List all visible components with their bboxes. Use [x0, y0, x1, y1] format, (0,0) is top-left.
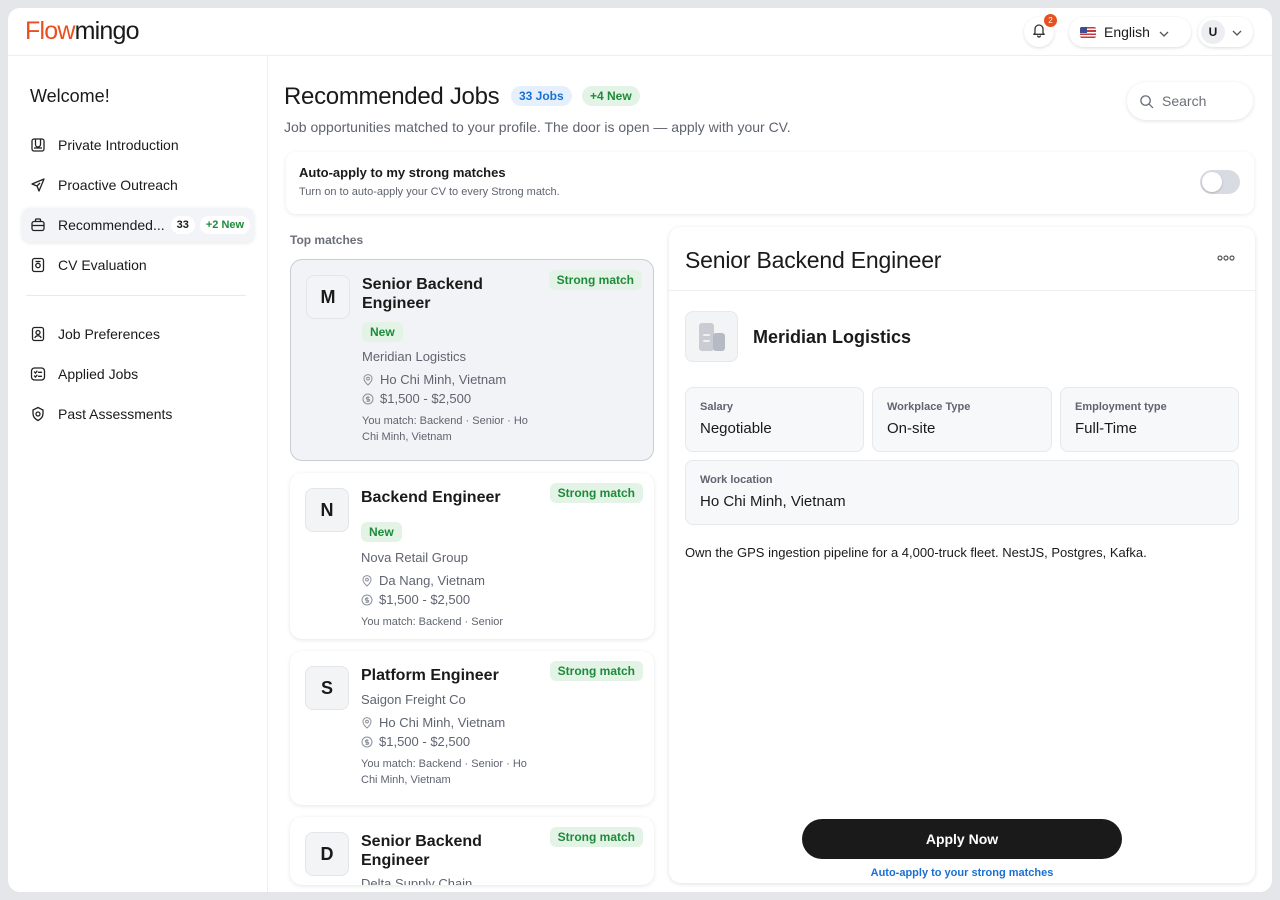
work-location-box: Work location Ho Chi Minh, Vietnam — [685, 460, 1239, 525]
job-location: Ho Chi Minh, Vietnam — [361, 715, 505, 730]
auto-apply-link[interactable]: Auto-apply to your strong matches — [669, 867, 1255, 879]
jobs-count-badge: 33 Jobs — [511, 86, 572, 106]
detail-divider — [669, 290, 1255, 291]
auto-apply-toggle[interactable] — [1200, 170, 1240, 194]
search-icon — [1139, 94, 1154, 109]
job-location: Ho Chi Minh, Vietnam — [362, 372, 506, 387]
briefcase-icon — [30, 217, 46, 233]
location-pin-icon — [361, 574, 373, 587]
strong-match-badge: Strong match — [549, 827, 643, 847]
detail-job-title: Senior Backend Engineer — [685, 247, 942, 273]
shield-icon — [30, 406, 46, 422]
building-icon — [685, 311, 738, 362]
notification-badge: 2 — [1044, 14, 1057, 27]
detail-company-name: Meridian Logistics — [753, 327, 912, 347]
company-name: Nova Retail Group — [361, 550, 468, 565]
employment-type-box: Employment type Full-Time — [1060, 387, 1239, 452]
match-reasons: You match: Backend · Senior — [361, 616, 504, 628]
user-badge-icon — [30, 326, 46, 342]
new-badge: New — [362, 322, 403, 342]
strong-match-badge: Strong match — [549, 661, 643, 681]
top-matches-label: Top matches — [290, 233, 364, 247]
job-salary: $1,500 - $2,500 — [362, 391, 471, 406]
company-logo: S — [305, 666, 349, 710]
company-logo: D — [305, 832, 349, 876]
job-detail-panel: Senior Backend Engineer Meridian Logisti… — [669, 227, 1255, 883]
sidebar-item-recommended-jobs[interactable]: Recommended... 33 +2 New — [22, 208, 254, 242]
job-location: Da Nang, Vietnam — [361, 573, 485, 588]
sidebar-item-applied-jobs[interactable]: Applied Jobs — [22, 357, 254, 391]
job-title: Senior Backend Engineer — [362, 276, 483, 312]
auto-apply-subtitle: Turn on to auto-apply your CV to every S… — [299, 186, 560, 198]
search-placeholder: Search — [1162, 93, 1207, 109]
sidebar-item-proactive-outreach[interactable]: Proactive Outreach — [22, 168, 254, 202]
location-pin-icon — [362, 373, 374, 386]
app-window: Flowmingo 2 English U Welcome! Private I… — [8, 8, 1272, 892]
sidebar-item-cv-evaluation[interactable]: CV Evaluation — [22, 248, 254, 282]
new-jobs-badge: +4 New — [582, 86, 640, 106]
job-title: Backend Engineer — [361, 489, 501, 506]
job-salary: $1,500 - $2,500 — [361, 734, 470, 749]
job-title: Senior Backend Engineer — [361, 833, 482, 869]
more-options-icon[interactable] — [1215, 250, 1237, 266]
strong-match-badge: Strong match — [548, 270, 642, 290]
job-salary: $1,500 - $2,500 — [361, 592, 470, 607]
paper-plane-icon — [30, 177, 46, 193]
money-icon — [361, 736, 373, 748]
job-card[interactable]: N Backend Engineer Strong match New Nova… — [290, 473, 654, 639]
welcome-heading: Welcome! — [30, 86, 110, 106]
job-description: Own the GPS ingestion pipeline for a 4,0… — [685, 545, 1147, 560]
company-logo: N — [305, 488, 349, 532]
job-card[interactable]: M Senior Backend Engineer Strong match N… — [290, 259, 654, 461]
company-name: Saigon Freight Co — [361, 692, 466, 707]
checklist-icon — [30, 366, 46, 382]
sidebar-item-private-introduction[interactable]: Private Introduction — [22, 128, 254, 162]
match-reasons: You match: Backend · Senior · Ho Chi Min… — [362, 415, 528, 443]
workplace-type-box: Workplace Type On-site — [872, 387, 1052, 452]
job-title: Platform Engineer — [361, 667, 499, 684]
avatar: U — [1201, 20, 1225, 44]
recommended-new-badge: +2 New — [199, 216, 251, 234]
sidebar: Welcome! Private Introduction Proactive … — [8, 56, 268, 892]
auto-apply-card: Auto-apply to my strong matches Turn on … — [286, 152, 1254, 214]
company-name: Delta Supply Chain — [361, 876, 473, 885]
job-card[interactable]: S Platform Engineer Strong match Saigon … — [290, 651, 654, 805]
language-selector[interactable]: English — [1069, 17, 1191, 47]
location-pin-icon — [361, 716, 373, 729]
strong-match-badge: Strong match — [549, 483, 643, 503]
sidebar-divider — [26, 295, 246, 296]
page-title: Recommended Jobs — [284, 83, 500, 110]
job-card[interactable]: D Senior Backend Engineer Strong match D… — [290, 817, 654, 885]
recommended-count-badge: 33 — [170, 216, 195, 234]
new-badge: New — [361, 522, 402, 542]
auto-apply-title: Auto-apply to my strong matches — [299, 165, 506, 180]
money-icon — [362, 393, 374, 405]
money-icon — [361, 594, 373, 606]
salary-box: Salary Negotiable — [685, 387, 864, 452]
sidebar-item-job-preferences[interactable]: Job Preferences — [22, 317, 254, 351]
portfolio-icon — [30, 137, 46, 153]
sidebar-item-past-assessments[interactable]: Past Assessments — [22, 397, 254, 431]
language-label: English — [1104, 24, 1150, 40]
search-input[interactable]: Search — [1127, 82, 1253, 120]
cv-icon — [30, 257, 46, 273]
match-reasons: You match: Backend · Senior · Ho Chi Min… — [361, 758, 527, 786]
us-flag-icon — [1080, 26, 1096, 38]
brand-logo[interactable]: Flowmingo — [25, 17, 139, 46]
company-name: Meridian Logistics — [362, 349, 467, 364]
notifications-button[interactable]: 2 — [1024, 14, 1057, 47]
chevron-down-icon — [1159, 24, 1169, 40]
page-subtitle: Job opportunities matched to your profil… — [284, 119, 791, 135]
apply-now-button[interactable]: Apply Now — [802, 819, 1122, 859]
company-logo: M — [306, 275, 350, 319]
top-bar: Flowmingo 2 English U — [8, 8, 1272, 56]
user-menu[interactable]: U — [1198, 17, 1253, 47]
chevron-down-icon — [1232, 23, 1242, 41]
